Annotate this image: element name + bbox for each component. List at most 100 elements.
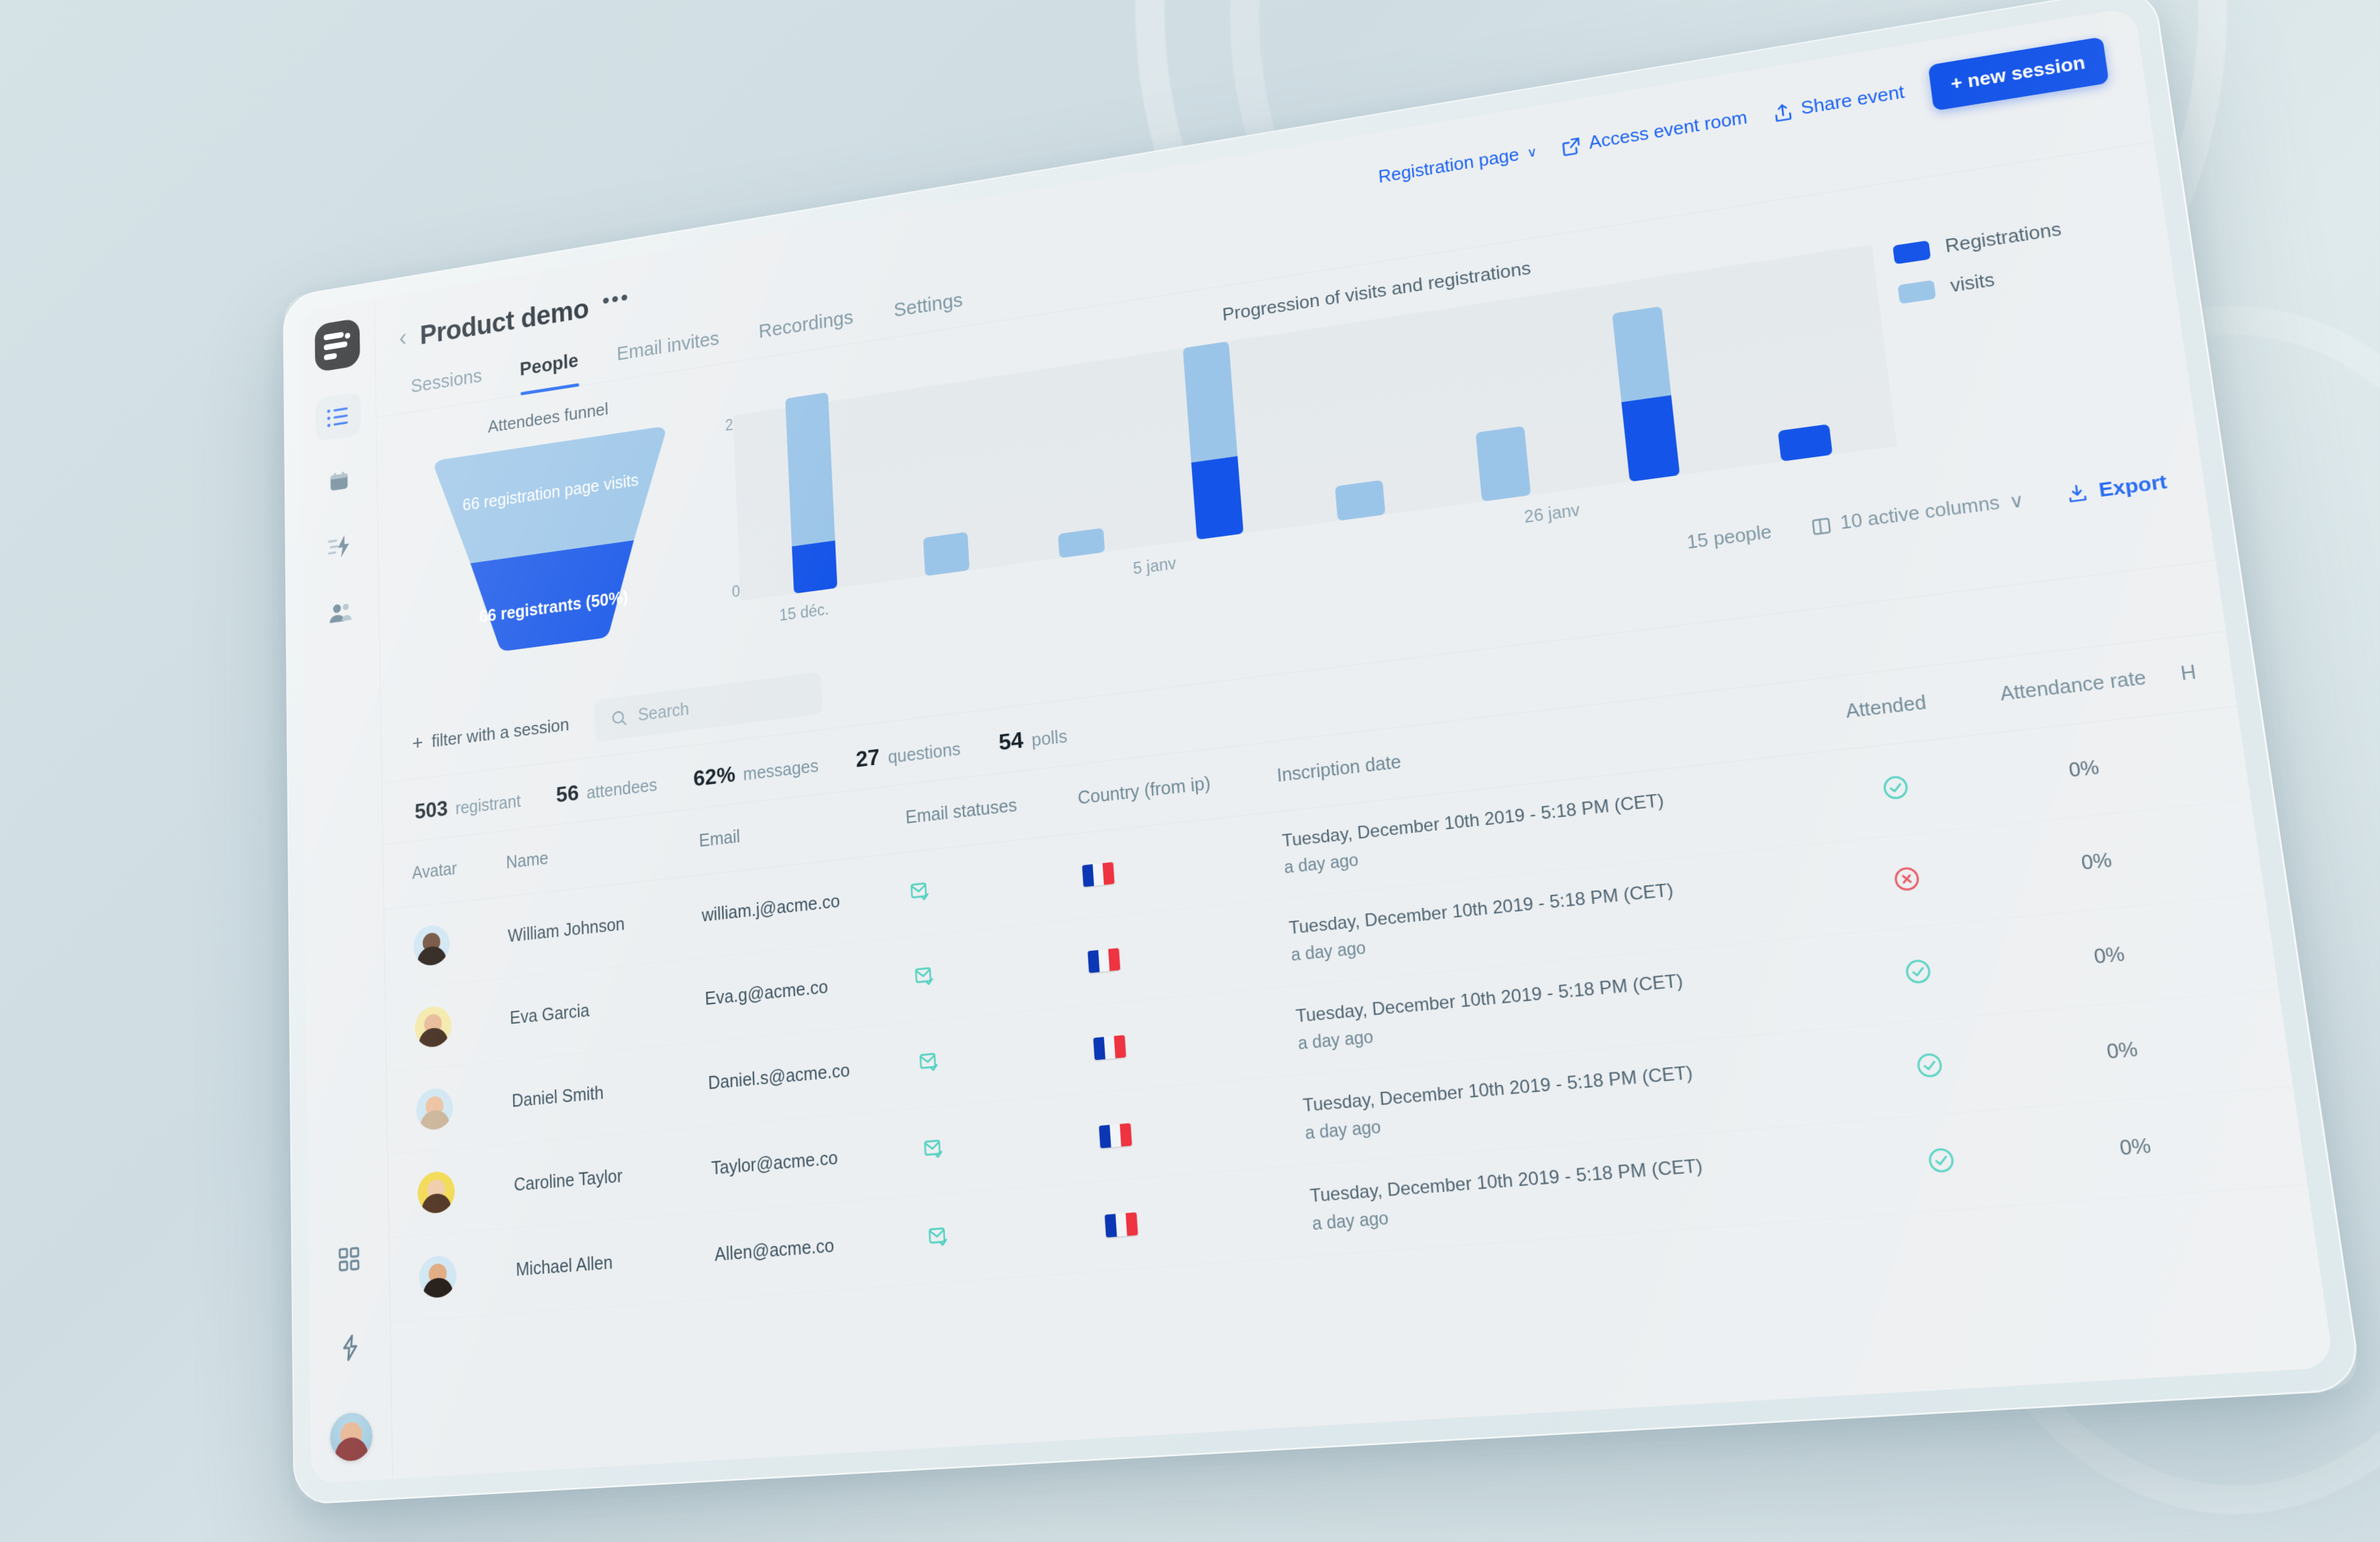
flag-france-icon: [1082, 861, 1115, 887]
chevron-down-icon: ∨: [2007, 489, 2026, 513]
bar-segment-visits: [1611, 306, 1672, 403]
bar-segment-registrations: [1621, 395, 1681, 482]
stat-label: attendees: [586, 775, 658, 803]
stat-value: 62%: [693, 761, 736, 791]
avatar: [417, 1169, 456, 1214]
chevron-down-icon: ∨: [1526, 144, 1538, 161]
search-input[interactable]: Search: [638, 700, 689, 726]
rail-items: [300, 390, 378, 640]
flag-france-icon: [1087, 947, 1121, 973]
avatar: [419, 1254, 457, 1299]
cell-country: [1082, 844, 1284, 887]
calendar-icon: [330, 471, 348, 491]
user-avatar[interactable]: [329, 1411, 373, 1463]
cell-email: Taylor@acme.co: [710, 1147, 838, 1179]
bar-segment-visits: [785, 392, 836, 547]
search-icon: [611, 708, 628, 728]
cell-attendance-rate: 0%: [2067, 756, 2101, 782]
add-filter-label: filter with a session: [431, 713, 570, 751]
cell-attended: [1857, 1140, 2027, 1185]
chart-legend: Registrations visits: [1892, 205, 2160, 443]
funnel-graphic[interactable]: 66 registration page visits 66 registran…: [426, 424, 681, 663]
bar-segment-visits: [923, 531, 970, 577]
check-circle-icon: [1881, 773, 1911, 802]
rail-bottom: [325, 1233, 376, 1463]
column-header-attendance-rate[interactable]: Attendance rate: [1965, 663, 2183, 710]
stat-value: 54: [998, 727, 1024, 756]
check-circle-icon: [1903, 957, 1934, 986]
cell-name: William Johnson: [507, 914, 625, 946]
avatar: [416, 1086, 453, 1131]
download-icon: [2065, 482, 2089, 505]
cell-name: Eva Garcia: [509, 1000, 590, 1029]
bar[interactable]: [1183, 341, 1244, 540]
mail-check-icon: [927, 1225, 950, 1249]
sidebar-item-automation[interactable]: [317, 521, 362, 572]
legend-swatch: [1897, 280, 1936, 304]
x-tick-label: 26 janv: [1523, 500, 1581, 526]
app-screen: ‹ Product demo ••• Registration page ∨ A…: [299, 7, 2335, 1484]
column-header-attended[interactable]: Attended: [1805, 687, 1968, 727]
column-header-more[interactable]: H: [2179, 657, 2233, 686]
cell-email-status[interactable]: [909, 863, 1084, 907]
stat-label: registrant: [455, 791, 521, 819]
flag-france-icon: [1093, 1035, 1127, 1060]
column-header-email-statuses[interactable]: Email statuses: [905, 788, 1078, 829]
avatar: [413, 922, 451, 967]
cell-country: [1093, 1019, 1298, 1060]
sidebar-item-integrations[interactable]: [325, 1321, 374, 1374]
cell-name: Daniel Smith: [511, 1083, 604, 1112]
stat-polls: 54 polls: [998, 721, 1068, 756]
sidebar-item-calendar[interactable]: [316, 456, 362, 507]
cell-country: [1104, 1198, 1312, 1238]
stat-questions: 27 questions: [855, 735, 961, 773]
cell-email-status[interactable]: [927, 1212, 1106, 1252]
cell-email-status[interactable]: [918, 1036, 1095, 1078]
stat-value: 503: [414, 795, 448, 824]
list-icon: [327, 407, 348, 427]
share-event-button[interactable]: Share event: [1772, 82, 1905, 124]
column-header-email[interactable]: Email: [699, 808, 906, 852]
add-filter-button[interactable]: + filter with a session: [412, 713, 569, 755]
stat-value: 56: [555, 780, 579, 807]
bar[interactable]: [1475, 426, 1531, 502]
sidebar-item-apps[interactable]: [325, 1233, 373, 1285]
y-tick-0: 0: [731, 582, 741, 601]
cell-attendance-rate: 0%: [2118, 1134, 2153, 1161]
cell-name: Caroline Taylor: [513, 1166, 623, 1195]
check-circle-icon: [1914, 1051, 1945, 1080]
bar-segment-visits: [1183, 341, 1238, 463]
back-button[interactable]: ‹: [399, 325, 407, 352]
sidebar-item-sessions[interactable]: [315, 392, 361, 442]
bar[interactable]: [1611, 306, 1681, 482]
flag-france-icon: [1098, 1123, 1133, 1148]
cell-attended: [1836, 951, 2003, 997]
sidebar-item-people[interactable]: [317, 588, 364, 638]
cell-email-status[interactable]: [922, 1123, 1100, 1164]
y-tick-2: 2: [724, 416, 734, 435]
cell-attendance-rate: 0%: [2093, 943, 2127, 969]
avatar: [414, 1004, 452, 1048]
flag-france-icon: [1104, 1211, 1138, 1238]
bar-segment-registrations: [791, 540, 838, 594]
bar[interactable]: [785, 392, 838, 594]
cell-relative-date: a day ago: [1311, 1208, 1389, 1234]
plus-icon: +: [412, 731, 424, 755]
logo-mark[interactable]: [314, 317, 360, 373]
column-header-avatar[interactable]: Avatar: [412, 853, 507, 884]
grid-icon: [338, 1246, 360, 1272]
column-header-name[interactable]: Name: [506, 831, 699, 873]
bar[interactable]: [923, 531, 970, 577]
cell-attended: [1814, 766, 1978, 813]
cell-email: Eva.g@acme.co: [705, 976, 829, 1010]
check-circle-icon: [1925, 1145, 1956, 1175]
cell-email: Daniel.s@acme.co: [707, 1060, 851, 1094]
cell-email-status[interactable]: [913, 949, 1090, 992]
column-header-country[interactable]: Country (from ip): [1077, 766, 1278, 810]
tablet-frame: ‹ Product demo ••• Registration page ∨ A…: [282, 0, 2363, 1506]
attendees-funnel: Attendees funnel 66 registration page vi…: [404, 385, 705, 684]
x-tick-label: 15 déc.: [779, 600, 830, 625]
more-options-button[interactable]: •••: [602, 285, 630, 315]
bar-segment-registrations: [1191, 456, 1244, 540]
mail-check-icon: [913, 964, 935, 988]
